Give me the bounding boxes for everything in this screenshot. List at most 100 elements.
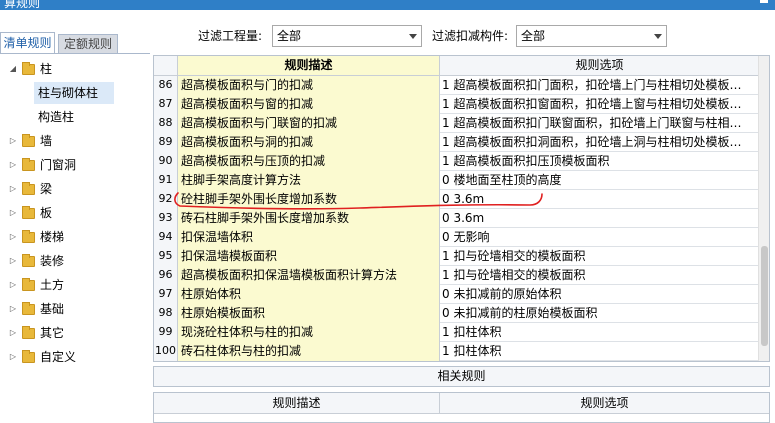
rule-option[interactable]: 1 超高模板面积扣门联窗面积，扣砼墙上门联窗与柱相… <box>440 114 760 133</box>
close-button[interactable] <box>757 0 775 10</box>
tree-item-label: 柱与砌体柱 <box>38 86 99 100</box>
tree-item-label: 基础 <box>40 302 65 316</box>
grid-header-option[interactable]: 规则选项 <box>440 56 760 76</box>
expand-icon[interactable]: ▷ <box>8 178 18 200</box>
tab-list-rules[interactable]: 清单规则 <box>0 32 55 54</box>
rule-option[interactable]: 1 超高模板面积扣窗面积，扣砼墙上窗与柱相切处模板… <box>440 95 760 114</box>
tab-quota-rules[interactable]: 定额规则 <box>58 34 118 54</box>
collapse-icon[interactable]: ◢ <box>8 58 18 80</box>
table-row[interactable]: 91 柱脚手架高度计算方法 0 楼地面至柱顶的高度 <box>154 171 769 190</box>
rule-option[interactable]: 1 扣与砼墙相交的模板面积 <box>440 247 760 266</box>
rule-option[interactable]: 1 超高模板面积扣压顶模板面积 <box>440 152 760 171</box>
tree-item[interactable]: ▷ 墙 <box>0 130 148 152</box>
table-row[interactable]: 89 超高模板面积与洞的扣减 1 超高模板面积扣洞面积，扣砼墙上洞与柱相切处模板… <box>154 133 769 152</box>
expand-icon[interactable]: ▷ <box>8 346 18 368</box>
rule-option[interactable]: 1 扣与砼墙相交的模板面积 <box>440 266 760 285</box>
tab-divider <box>0 53 150 54</box>
chevron-down-icon <box>654 34 662 39</box>
row-number: 95 <box>154 247 178 266</box>
table-row[interactable]: 90 超高模板面积与压顶的扣减 1 超高模板面积扣压顶模板面积 <box>154 152 769 171</box>
title-bar: 算规则 <box>0 0 775 10</box>
rule-option[interactable]: 0 3.6m <box>440 190 760 209</box>
table-row[interactable]: 93 砖石柱脚手架外围长度增加系数 0 3.6m <box>154 209 769 228</box>
table-row[interactable]: 86 超高模板面积与门的扣减 1 超高模板面积扣门面积，扣砼墙上门与柱相切处模板… <box>154 76 769 95</box>
scrollbar-thumb[interactable] <box>761 246 768 346</box>
tree-item[interactable]: ▷ 自定义 <box>0 346 148 368</box>
rule-option[interactable]: 0 楼地面至柱顶的高度 <box>440 171 760 190</box>
rule-option[interactable]: 0 无影响 <box>440 228 760 247</box>
table-row[interactable]: 87 超高模板面积与窗的扣减 1 超高模板面积扣窗面积，扣砼墙上窗与柱相切处模板… <box>154 95 769 114</box>
tree-item-label: 装修 <box>40 254 65 268</box>
grid-header-desc[interactable]: 规则描述 <box>178 56 440 76</box>
expand-icon[interactable]: ▷ <box>8 298 18 320</box>
tree-item[interactable]: ▷ 楼梯 <box>0 226 148 248</box>
rule-option[interactable]: 0 未扣减前的柱原始模板面积 <box>440 304 760 323</box>
expand-icon[interactable]: ▷ <box>8 322 18 344</box>
folder-icon <box>22 350 35 363</box>
tree-item-label: 梁 <box>40 182 53 196</box>
row-number: 92 <box>154 190 178 209</box>
table-row[interactable]: 88 超高模板面积与门联窗的扣减 1 超高模板面积扣门联窗面积，扣砼墙上门联窗与柱相… <box>154 114 769 133</box>
row-number: 87 <box>154 95 178 114</box>
component-tree: ◢ 柱柱与砌体柱 构造柱 ▷ 墙 ▷ 门窗洞 ▷ 梁 ▷ 板 ▷ 楼梯 ▷ 装修 ▷ 土方 ▷ 基础 ▷ 其它 ▷ 自定义 <box>0 56 150 423</box>
vertical-scrollbar[interactable] <box>758 56 769 361</box>
table-row[interactable]: 92 砼柱脚手架外围长度增加系数 0 3.6m <box>154 190 769 209</box>
tree-item[interactable]: 构造柱 <box>0 106 148 128</box>
tree-item[interactable]: 柱与砌体柱 <box>34 82 114 104</box>
filter-quantity-select[interactable]: 全部 <box>272 25 422 47</box>
tree-item[interactable]: ▷ 梁 <box>0 178 148 200</box>
tree-item[interactable]: ▷ 板 <box>0 202 148 224</box>
table-row[interactable]: 97 柱原始体积 0 未扣减前的原始体积 <box>154 285 769 304</box>
rule-description: 超高模板面积与门联窗的扣减 <box>178 114 440 133</box>
filter-component-value: 全部 <box>521 29 546 43</box>
folder-icon <box>22 182 35 195</box>
expand-icon[interactable]: ▷ <box>8 250 18 272</box>
row-number: 90 <box>154 152 178 171</box>
related-header-desc: 规则描述 <box>154 393 440 414</box>
tree-item[interactable]: ▷ 装修 <box>0 250 148 272</box>
table-row[interactable]: 94 扣保温墙体积 0 无影响 <box>154 228 769 247</box>
expand-icon[interactable]: ▷ <box>8 226 18 248</box>
tree-item[interactable]: ◢ 柱 <box>0 58 148 80</box>
table-row[interactable]: 100 砖石柱体积与柱的扣减 1 扣柱体积 <box>154 342 769 361</box>
row-number: 91 <box>154 171 178 190</box>
rule-option[interactable]: 1 扣柱体积 <box>440 323 760 342</box>
filter-component-select[interactable]: 全部 <box>516 25 667 47</box>
folder-icon <box>22 230 35 243</box>
tree-item[interactable]: ▷ 门窗洞 <box>0 154 148 176</box>
rule-description: 超高模板面积与压顶的扣减 <box>178 152 440 171</box>
rule-description: 超高模板面积与门的扣减 <box>178 76 440 95</box>
rule-option[interactable]: 1 超高模板面积扣洞面积，扣砼墙上洞与柱相切处模板… <box>440 133 760 152</box>
tree-item[interactable]: ▷ 基础 <box>0 298 148 320</box>
tree-item[interactable]: ▷ 土方 <box>0 274 148 296</box>
related-rules-button[interactable]: 相关规则 <box>153 366 770 387</box>
rule-description: 柱脚手架高度计算方法 <box>178 171 440 190</box>
table-row[interactable]: 99 现浇砼柱体积与柱的扣减 1 扣柱体积 <box>154 323 769 342</box>
table-row[interactable]: 96 超高模板面积扣保温墙模板面积计算方法 1 扣与砼墙相交的模板面积 <box>154 266 769 285</box>
rule-option[interactable]: 0 未扣减前的原始体积 <box>440 285 760 304</box>
expand-icon[interactable]: ▷ <box>8 202 18 224</box>
expand-icon[interactable]: ▷ <box>8 274 18 296</box>
tree-item-label: 土方 <box>40 278 65 292</box>
tree-item-label: 其它 <box>40 326 65 340</box>
expand-icon[interactable]: ▷ <box>8 130 18 152</box>
rule-description: 超高模板面积与洞的扣减 <box>178 133 440 152</box>
row-number: 93 <box>154 209 178 228</box>
table-row[interactable]: 95 扣保温墙模板面积 1 扣与砼墙相交的模板面积 <box>154 247 769 266</box>
tree-item-label: 楼梯 <box>40 230 65 244</box>
expand-icon[interactable]: ▷ <box>8 154 18 176</box>
rule-description: 现浇砼柱体积与柱的扣减 <box>178 323 440 342</box>
rule-option[interactable]: 1 扣柱体积 <box>440 342 760 361</box>
rule-option[interactable]: 1 超高模板面积扣门面积，扣砼墙上门与柱相切处模板… <box>440 76 760 95</box>
rule-option[interactable]: 0 3.6m <box>440 209 760 228</box>
rules-grid: 规则描述 规则选项 86 超高模板面积与门的扣减 1 超高模板面积扣门面积，扣砼墙上… <box>153 55 770 362</box>
folder-icon <box>22 302 35 315</box>
row-number: 98 <box>154 304 178 323</box>
tree-item-label: 构造柱 <box>38 110 75 124</box>
table-row[interactable]: 98 柱原始模板面积 0 未扣减前的柱原始模板面积 <box>154 304 769 323</box>
related-header-option: 规则选项 <box>440 393 769 414</box>
close-icon <box>760 0 768 3</box>
tree-item[interactable]: ▷ 其它 <box>0 322 148 344</box>
rule-description: 砖石柱体积与柱的扣减 <box>178 342 440 361</box>
folder-icon <box>22 134 35 147</box>
